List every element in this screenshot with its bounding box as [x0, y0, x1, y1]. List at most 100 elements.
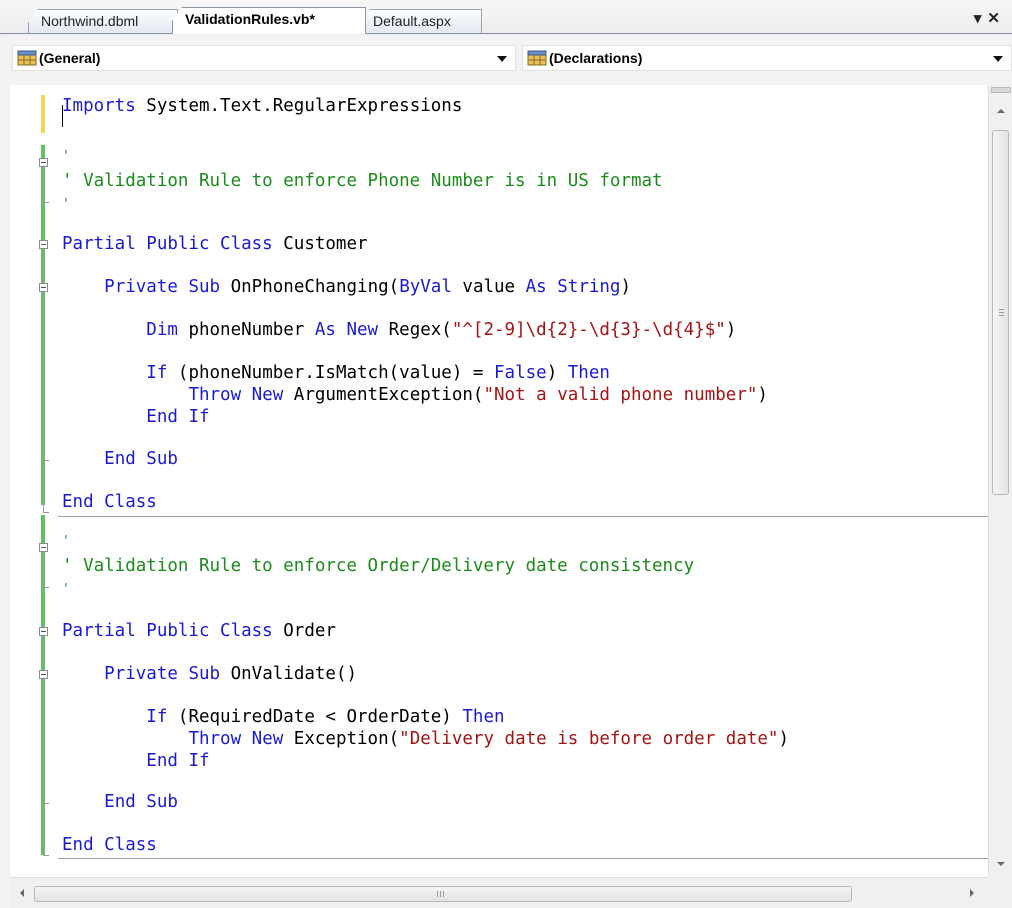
collapse-icon[interactable]: [39, 158, 48, 167]
code-text-token: (phoneNumber.IsMatch(value) =: [167, 363, 494, 383]
code-text-token: value: [451, 277, 526, 297]
method-name-dropdown[interactable]: (Declarations): [522, 45, 1012, 71]
code-text-token: ): [546, 363, 568, 383]
collapse-icon[interactable]: [39, 670, 48, 679]
tab-window-controls[interactable]: ▾✕: [974, 9, 1006, 27]
code-editor[interactable]: Imports System.Text.RegularExpressions ' '…: [10, 85, 988, 877]
code-line[interactable]: ' Validation Rule to enforce Phone Numbe…: [62, 170, 663, 192]
arrow-down-icon: [997, 862, 1005, 866]
code-keyword: Dim: [146, 320, 178, 340]
close-icon[interactable]: ✕: [987, 10, 1006, 27]
code-keyword: ByVal: [399, 277, 452, 297]
tab-northwind-dbml[interactable]: Northwind.dbml: [28, 9, 178, 33]
splitter-handle[interactable]: [991, 87, 1011, 93]
collapse-icon[interactable]: [39, 283, 48, 292]
code-text-token: phoneNumber: [177, 320, 315, 340]
code-keyword: End Class: [62, 492, 157, 512]
code-line[interactable]: If (phoneNumber.IsMatch(value) = False) …: [62, 362, 610, 384]
code-line[interactable]: Dim phoneNumber As New Regex("^[2-9]\d{2…: [62, 319, 736, 341]
code-string: "Delivery date is before order date": [399, 729, 779, 749]
code-keyword: Partial Public Class: [62, 234, 273, 254]
code-line[interactable]: Partial Public Class Customer: [62, 233, 368, 255]
code-line[interactable]: ' Validation Rule to enforce Order/Deliv…: [62, 555, 694, 577]
code-text-token: ): [620, 277, 632, 297]
code-line[interactable]: Imports System.Text.RegularExpressions: [62, 95, 462, 117]
scroll-up-button[interactable]: [989, 103, 1012, 121]
code-line[interactable]: Private Sub OnValidate(): [62, 663, 357, 685]
vertical-scrollbar[interactable]: [988, 85, 1012, 877]
chevron-down-icon[interactable]: [993, 56, 1003, 62]
outline-end: [43, 512, 49, 513]
code-line[interactable]: ': [62, 194, 70, 216]
tab-default-aspx[interactable]: Default.aspx: [360, 9, 482, 33]
code-keyword: Throw New: [188, 385, 284, 405]
code-line[interactable]: ': [62, 579, 70, 601]
class-name-dropdown[interactable]: (General): [12, 45, 516, 71]
code-text-token: Regex(: [378, 320, 452, 340]
code-line[interactable]: ': [62, 531, 70, 553]
code-line[interactable]: Throw New Exception("Delivery date is be…: [62, 728, 789, 750]
class-name-value: (General): [39, 50, 101, 66]
method-name-value: (Declarations): [549, 50, 643, 66]
code-comment: ' Validation Rule to enforce Phone Numbe…: [62, 171, 663, 191]
code-text-token: OnPhoneChanging(: [220, 277, 400, 297]
code-line[interactable]: End Sub: [62, 791, 178, 813]
member-icon: [527, 50, 547, 66]
outline-line: [43, 552, 44, 588]
arrow-up-icon: [997, 109, 1005, 113]
selection-margin[interactable]: [10, 85, 36, 877]
horizontal-scroll-thumb[interactable]: [34, 886, 852, 902]
code-line[interactable]: End Class: [62, 491, 157, 513]
grip-icon: [437, 891, 444, 897]
scroll-left-button[interactable]: [12, 878, 34, 908]
code-line[interactable]: Throw New ArgumentException("Not a valid…: [62, 384, 768, 406]
collapse-icon[interactable]: [39, 627, 48, 636]
outline-end: [43, 803, 49, 804]
navigation-bar: (General) (Declarations): [10, 35, 1012, 85]
code-line[interactable]: End If: [62, 406, 210, 428]
code-line[interactable]: Partial Public Class Order: [62, 620, 336, 642]
code-keyword: As New: [314, 320, 379, 340]
code-line[interactable]: ': [62, 146, 70, 168]
code-keyword: Private Sub: [104, 277, 221, 297]
collapse-icon[interactable]: [39, 543, 48, 552]
unsaved-change-marker: [41, 95, 45, 133]
code-line[interactable]: If (RequiredDate < OrderDate) Then: [62, 706, 505, 728]
code-line[interactable]: End Class: [62, 834, 157, 856]
tab-validationrules-vb[interactable]: ValidationRules.vb*: [172, 7, 366, 34]
tab-label: Default.aspx: [373, 13, 451, 29]
code-keyword: If: [146, 363, 168, 383]
code-comment: ' Validation Rule to enforce Order/Deliv…: [62, 556, 695, 576]
horizontal-scrollbar[interactable]: [10, 877, 988, 908]
code-keyword: As String: [525, 277, 621, 297]
scroll-right-button[interactable]: [960, 878, 982, 908]
code-text-token: Order: [272, 621, 336, 641]
code-text-token: Customer: [272, 234, 368, 254]
code-keyword: Then: [462, 707, 505, 727]
outline-line: [43, 636, 44, 855]
code-string: "Not a valid phone number": [483, 385, 758, 405]
code-keyword: False: [494, 363, 547, 383]
vertical-scroll-thumb[interactable]: [992, 130, 1009, 495]
procedure-separator: [58, 858, 988, 859]
scroll-down-button[interactable]: [989, 855, 1012, 873]
code-keyword: End If: [146, 407, 210, 427]
code-keyword: Then: [567, 363, 610, 383]
code-line[interactable]: End Sub: [62, 448, 178, 470]
document-tab-strip: Northwind.dbml ValidationRules.vb* Defau…: [0, 0, 1012, 36]
collapse-icon[interactable]: [39, 240, 48, 249]
chevron-down-icon[interactable]: ▾: [974, 10, 988, 27]
outline-end: [43, 587, 49, 588]
code-line[interactable]: Private Sub OnPhoneChanging(ByVal value …: [62, 276, 631, 298]
chevron-down-icon[interactable]: [497, 56, 507, 62]
code-text-token: ): [757, 385, 768, 405]
code-text-token: ): [778, 729, 790, 749]
code-text-token: ArgumentException(: [283, 385, 484, 405]
code-line[interactable]: End If: [62, 750, 209, 772]
